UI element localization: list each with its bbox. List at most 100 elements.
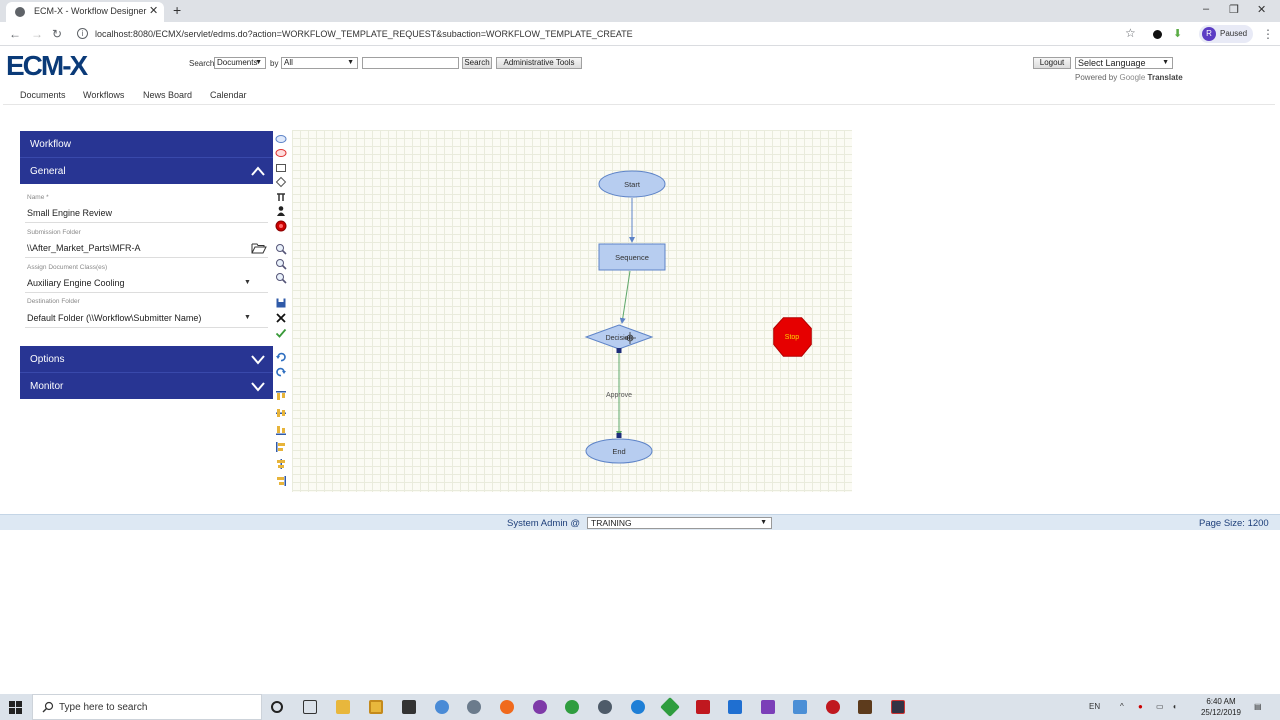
url-field[interactable]: i localhost:8080/ECMX/servlet/edms.do?ac… [73, 24, 1153, 44]
connection-handle[interactable] [616, 433, 622, 438]
nav-workflows[interactable]: Workflows [83, 90, 124, 100]
windows-start-icon[interactable] [9, 701, 22, 714]
browser-tab[interactable]: ECM-X - Workflow Designer ✕ [6, 2, 164, 22]
language-select[interactable]: Select Language ▼ [1075, 57, 1173, 69]
record-tool-icon[interactable] [275, 220, 287, 232]
store-icon[interactable] [369, 700, 383, 714]
delete-icon[interactable] [275, 312, 287, 324]
edge-sequence-decision[interactable] [619, 270, 631, 324]
ellipse-tool-icon[interactable] [275, 133, 287, 145]
administrative-tools-button[interactable]: Administrative Tools [496, 57, 582, 69]
destination-folder-select[interactable]: Default Folder (\\Workflow\Submitter Nam… [27, 313, 201, 323]
browser-menu-icon[interactable]: ⋮ [1262, 27, 1274, 41]
filezilla-icon[interactable] [696, 700, 710, 714]
approve-edge-label[interactable]: Approve [606, 392, 632, 399]
align-right-icon[interactable] [275, 475, 287, 487]
end-node[interactable]: End [585, 433, 653, 464]
monitor-section-header[interactable]: Monitor [20, 372, 273, 399]
cortana-icon[interactable] [271, 701, 283, 713]
restore-icon[interactable]: ❐ [1229, 3, 1239, 16]
notifications-icon[interactable]: ▤ [1254, 702, 1262, 711]
close-window-icon[interactable]: ✕ [1257, 3, 1266, 16]
validate-icon[interactable] [275, 327, 287, 339]
chevron-down-icon[interactable]: ▼ [244, 314, 251, 321]
bookmark-star-icon[interactable]: ☆ [1125, 26, 1136, 40]
chevron-up-icon[interactable]: ^ [1120, 702, 1124, 711]
connection-handle[interactable] [616, 348, 622, 353]
minimize-icon[interactable]: – [1203, 3, 1209, 15]
nav-news-board[interactable]: News Board [143, 90, 192, 100]
zoom-in-icon[interactable] [275, 243, 287, 255]
forward-icon[interactable]: → [31, 27, 43, 41]
search-input[interactable] [362, 57, 459, 69]
by-select[interactable]: All ▼ [281, 57, 358, 69]
app-icon[interactable] [728, 700, 742, 714]
options-section-header[interactable]: Options [20, 346, 273, 372]
search-scope-select[interactable]: Documents ▼ [214, 57, 266, 69]
chrome-icon[interactable] [435, 700, 449, 714]
app-icon[interactable] [793, 700, 807, 714]
nav-calendar[interactable]: Calendar [210, 90, 247, 100]
close-tab-icon[interactable]: ✕ [149, 4, 158, 17]
info-icon[interactable]: i [77, 28, 88, 39]
workflow-canvas[interactable]: Start Sequence Decision Approve End Stop [292, 130, 852, 492]
user-tool-icon[interactable] [275, 205, 287, 217]
general-section-header[interactable]: General [20, 157, 273, 184]
rectangle-tool-icon[interactable] [275, 162, 287, 174]
folder-open-icon[interactable] [251, 243, 267, 254]
app-tray-icon[interactable]: ● [1138, 702, 1143, 711]
zoom-fit-icon[interactable] [275, 272, 287, 284]
document-class-select[interactable]: Auxiliary Engine Cooling [27, 278, 125, 288]
name-field[interactable]: Small Engine Review [27, 208, 112, 218]
extension-icon[interactable] [1153, 30, 1162, 39]
stop-node[interactable]: Stop [773, 317, 812, 357]
edge-icon[interactable] [631, 700, 645, 714]
nav-documents[interactable]: Documents [20, 90, 66, 100]
chevron-down-icon[interactable]: ▼ [244, 279, 251, 286]
app-icon[interactable] [467, 700, 481, 714]
system-clock[interactable]: 6:40 AM 25/12/2019 [1197, 696, 1245, 718]
chevron-down-icon[interactable] [251, 353, 265, 365]
align-top-icon[interactable] [275, 390, 287, 402]
settings-icon[interactable] [598, 700, 612, 714]
logo[interactable]: ECM-X [6, 50, 88, 82]
start-node[interactable]: Start [598, 170, 666, 198]
app-icon[interactable] [533, 700, 547, 714]
app-icon[interactable] [891, 700, 905, 714]
app-icon[interactable] [826, 700, 840, 714]
align-middle-icon[interactable] [275, 407, 287, 419]
task-view-icon[interactable] [303, 700, 317, 714]
align-left-icon[interactable] [275, 441, 287, 453]
firefox-icon[interactable] [500, 700, 514, 714]
search-button[interactable]: Search [462, 57, 492, 69]
decision-node[interactable]: Decision [584, 324, 654, 353]
app-icon[interactable] [660, 697, 680, 717]
powered-by-google[interactable]: Powered by Google Translate [1075, 73, 1183, 82]
new-tab-icon[interactable]: + [173, 2, 181, 18]
taskbar-search-input[interactable]: Type here to search [32, 694, 262, 720]
stop-ellipse-tool-icon[interactable] [275, 147, 287, 159]
undo-icon[interactable] [275, 351, 287, 363]
file-explorer-icon[interactable] [336, 700, 350, 714]
chevron-up-icon[interactable] [251, 165, 265, 177]
align-center-icon[interactable] [275, 458, 287, 470]
diamond-tool-icon[interactable] [275, 176, 287, 188]
input-language[interactable]: EN [1089, 702, 1100, 711]
volume-icon[interactable]: ◖ [1172, 702, 1177, 711]
redo-icon[interactable] [275, 366, 287, 378]
profile-button[interactable]: R Paused [1199, 25, 1253, 43]
app-icon[interactable] [565, 700, 579, 714]
mail-icon[interactable] [402, 700, 416, 714]
chevron-down-icon[interactable] [251, 380, 265, 392]
submission-folder-field[interactable]: \\After_Market_Parts\MFR-A [27, 243, 141, 253]
save-icon[interactable] [275, 297, 287, 309]
network-icon[interactable]: ▭ [1156, 702, 1164, 711]
zoom-out-icon[interactable] [275, 258, 287, 270]
download-icon[interactable]: ⬇ [1173, 27, 1182, 40]
logout-button[interactable]: Logout [1033, 57, 1071, 69]
visual-studio-icon[interactable] [761, 700, 775, 714]
sequence-node[interactable]: Sequence [598, 243, 666, 271]
align-bottom-icon[interactable] [275, 424, 287, 436]
reload-icon[interactable]: ↻ [52, 27, 62, 41]
connector-tool-icon[interactable] [275, 191, 287, 203]
